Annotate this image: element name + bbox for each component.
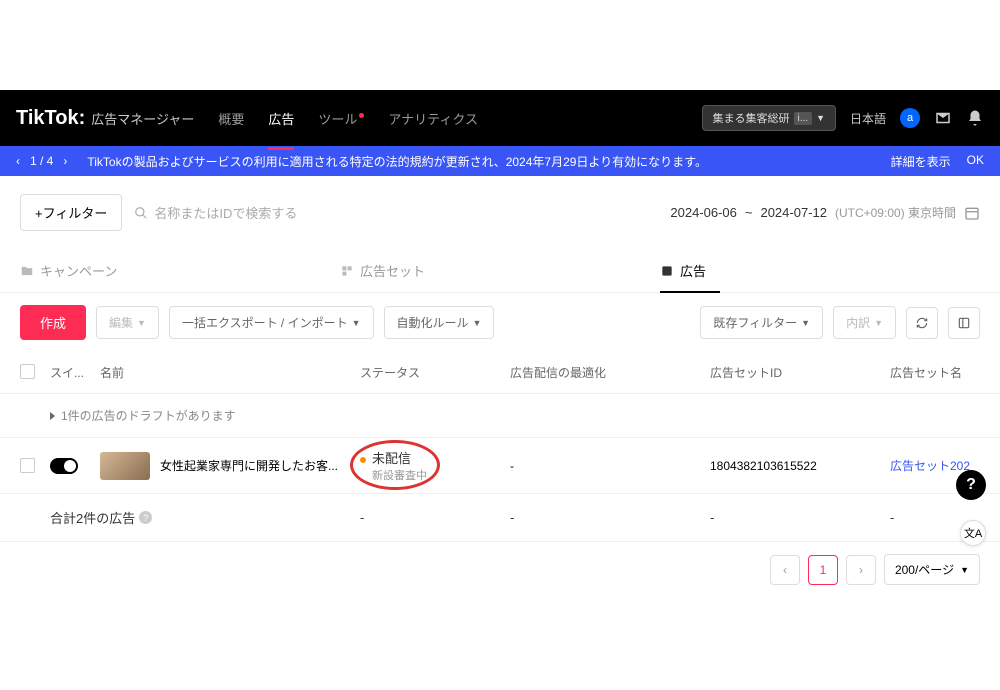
inbox-icon[interactable] [934, 109, 952, 127]
banner-message: TikTokの製品およびサービスの利用に適用される特定の法的規約が更新され、20… [87, 153, 890, 170]
draft-row[interactable]: 1件の広告のドラフトがあります [0, 394, 1000, 438]
search-icon [134, 206, 148, 220]
nav-items: 概要 広告 ツール アナリティクス [218, 105, 701, 132]
help-button[interactable]: ? [956, 470, 986, 500]
notification-banner: ‹ 1 / 4 › TikTokの製品およびサービスの利用に適用される特定の法的… [0, 146, 1000, 176]
status-cell: 未配信 新設審査中 [360, 448, 510, 483]
summary-row: 合計2件の広告 ? - - - - [0, 494, 1000, 542]
col-name: 名前 [100, 364, 360, 381]
search-input[interactable]: 名称またはIDで検索する [134, 203, 658, 222]
ad-thumbnail [100, 452, 150, 480]
nav-right: 集まる集客総研 i... ▼ 日本語 a [702, 105, 985, 131]
refresh-button[interactable] [906, 307, 938, 339]
optimization-cell: - [510, 459, 710, 473]
banner-detail-link[interactable]: 詳細を表示 [891, 153, 951, 170]
columns-icon [957, 316, 971, 330]
action-bar: 作成 編集▼ 一括エクスポート / インポート▼ 自動化ルール▼ 既存フィルター… [0, 293, 1000, 352]
breakdown-button[interactable]: 内訳▼ [833, 306, 896, 339]
ad-icon [660, 264, 674, 278]
col-adset-id: 広告セットID [710, 364, 890, 381]
saved-filter-button[interactable]: 既存フィルター▼ [700, 306, 823, 339]
logo-subtitle: 広告マネージャー [91, 109, 194, 128]
refresh-icon [915, 316, 929, 330]
nav-ads[interactable]: 広告 [268, 105, 294, 132]
tab-adset[interactable]: 広告セット [340, 249, 660, 292]
columns-button[interactable] [948, 307, 980, 339]
chevron-down-icon: ▼ [816, 113, 825, 123]
account-selector[interactable]: 集まる集客総研 i... ▼ [702, 105, 836, 131]
timezone-label: (UTC+09:00) 東京時間 [835, 204, 956, 221]
avatar[interactable]: a [900, 108, 920, 128]
nav-analytics[interactable]: アナリティクス [388, 105, 478, 132]
calendar-icon [964, 205, 980, 221]
language-selector[interactable]: 日本語 [850, 110, 886, 127]
banner-next[interactable]: › [63, 154, 67, 168]
top-navigation: TikTok: 広告マネージャー 概要 広告 ツール アナリティクス 集まる集客… [0, 90, 1000, 146]
folder-icon [20, 264, 34, 278]
level-tabs: キャンペーン 広告セット 広告 [0, 249, 1000, 293]
tab-ad[interactable]: 広告 [660, 249, 980, 292]
adset-icon [340, 264, 354, 278]
filter-toolbar: +フィルター 名称またはIDで検索する 2024-06-06 ~ 2024-07… [0, 176, 1000, 249]
logo: TikTok: [16, 107, 85, 130]
expand-icon [50, 412, 55, 420]
notification-dot-icon [359, 113, 364, 118]
ad-name[interactable]: 女性起業家専門に開発したお客... [160, 457, 338, 474]
pagination: ‹ 1 › 200/ページ▼ [0, 542, 1000, 597]
row-checkbox[interactable] [20, 458, 35, 473]
banner-page-count: 1 / 4 [30, 154, 53, 168]
export-import-button[interactable]: 一括エクスポート / インポート▼ [169, 306, 374, 339]
page-prev[interactable]: ‹ [770, 555, 800, 585]
page-next[interactable]: › [846, 555, 876, 585]
col-adset-name: 広告セット名 [890, 364, 980, 381]
banner-pager: ‹ 1 / 4 › [16, 154, 67, 168]
col-status: ステータス [360, 364, 510, 381]
banner-prev[interactable]: ‹ [16, 154, 20, 168]
select-all-checkbox[interactable] [20, 364, 35, 379]
adset-id-cell: 1804382103615522 [710, 459, 890, 473]
bell-icon[interactable] [966, 109, 984, 127]
info-icon[interactable]: ? [139, 511, 152, 524]
translate-button[interactable]: 文A [960, 520, 986, 546]
add-filter-button[interactable]: +フィルター [20, 194, 122, 231]
table-header: スイ... 名前 ステータス 広告配信の最適化 広告セットID 広告セット名 [0, 352, 1000, 394]
automation-rules-button[interactable]: 自動化ルール▼ [384, 306, 495, 339]
date-range-picker[interactable]: 2024-06-06 ~ 2024-07-12 (UTC+09:00) 東京時間 [670, 204, 980, 221]
page-current[interactable]: 1 [808, 555, 838, 585]
nav-overview[interactable]: 概要 [218, 105, 244, 132]
status-dot-icon [360, 457, 366, 463]
col-switch: スイ... [50, 364, 100, 381]
edit-button[interactable]: 編集▼ [96, 306, 159, 339]
tab-campaign[interactable]: キャンペーン [20, 249, 340, 292]
row-toggle[interactable] [50, 458, 78, 474]
nav-tools[interactable]: ツール [318, 105, 364, 132]
banner-ok-button[interactable]: OK [967, 153, 984, 170]
col-optimization: 広告配信の最適化 [510, 364, 710, 381]
create-button[interactable]: 作成 [20, 305, 86, 340]
page-size-select[interactable]: 200/ページ▼ [884, 554, 980, 585]
table-row: 女性起業家専門に開発したお客... 未配信 新設審査中 - 1804382103… [0, 438, 1000, 494]
